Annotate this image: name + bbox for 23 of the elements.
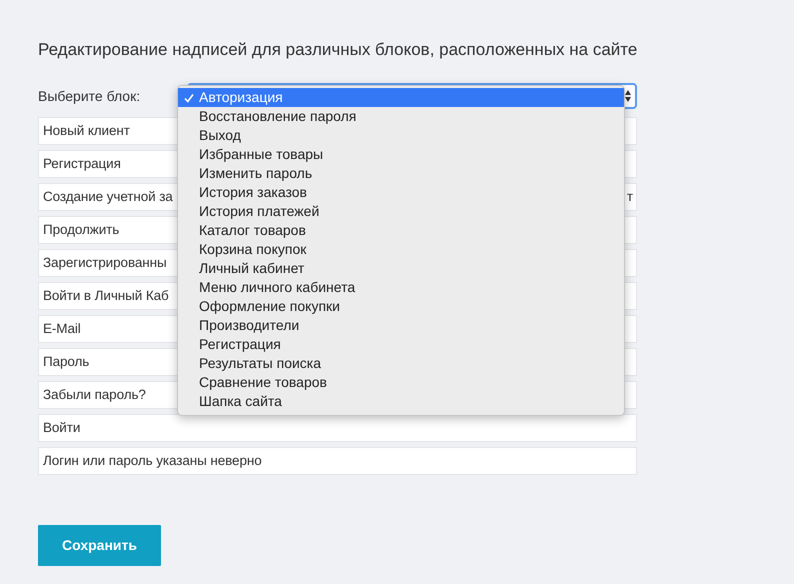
dropdown-option[interactable]: Избранные товары [178, 145, 624, 164]
dropdown-option[interactable]: Корзина покупок [178, 240, 624, 259]
checkmark-icon [184, 92, 194, 102]
text-input-field[interactable]: Войти [38, 414, 637, 442]
dropdown-option[interactable]: Выход [178, 126, 624, 145]
dropdown-option[interactable]: История платежей [178, 202, 624, 221]
dropdown-option[interactable]: Восстановление пароля [178, 107, 624, 126]
dropdown-option[interactable]: Каталог товаров [178, 221, 624, 240]
dropdown-option[interactable]: История заказов [178, 183, 624, 202]
dropdown-option[interactable]: Авторизация [178, 88, 624, 107]
dropdown-option[interactable]: Результаты поиска [178, 354, 624, 373]
select-label: Выберите блок: [38, 86, 142, 106]
dropdown-option[interactable]: Оформление покупки [178, 297, 624, 316]
dropdown-option[interactable]: Изменить пароль [178, 164, 624, 183]
dropdown-option[interactable]: Сравнение товаров [178, 373, 624, 392]
text-input-field[interactable]: Логин или пароль указаны неверно [38, 447, 637, 475]
dropdown-option[interactable]: Регистрация [178, 335, 624, 354]
dropdown-option[interactable]: Шапка сайта [178, 392, 624, 411]
dropdown-option[interactable]: Личный кабинет [178, 259, 624, 278]
dropdown-option[interactable]: Меню личного кабинета [178, 278, 624, 297]
updown-arrows-icon [624, 89, 632, 103]
dropdown-option[interactable]: Производители [178, 316, 624, 335]
page-title: Редактирование надписей для различных блоков, расположенных на сайте [38, 39, 638, 61]
